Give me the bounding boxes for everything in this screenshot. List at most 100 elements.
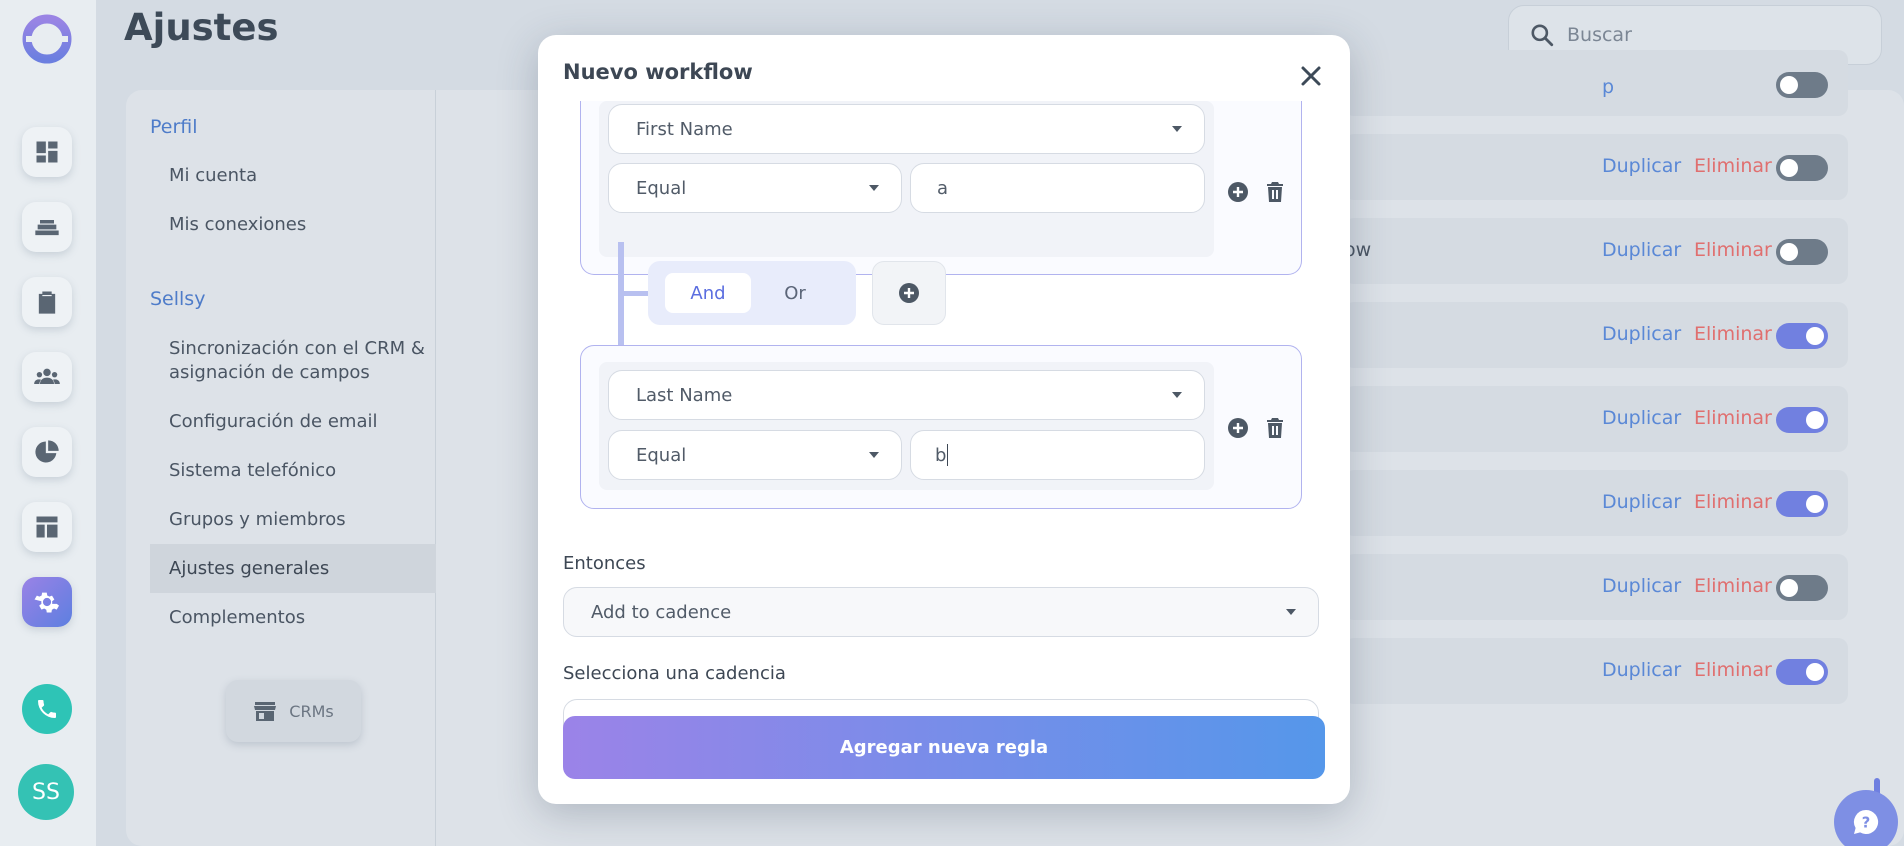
add-circle-icon[interactable] — [1226, 416, 1250, 440]
duplicate-link[interactable]: Duplicar — [1602, 323, 1681, 345]
logo-icon — [22, 14, 72, 64]
nav-item-crm-sync[interactable]: Sincronización con el CRM & asignación d… — [150, 333, 436, 389]
trash-icon[interactable] — [1263, 416, 1287, 440]
app-sidebar: SS — [0, 0, 96, 846]
nav-item-phone-system[interactable]: Sistema telefónico — [150, 446, 436, 495]
nav-item-general-settings[interactable]: Ajustes generales — [150, 544, 436, 593]
delete-link[interactable]: Eliminar — [1694, 407, 1772, 429]
duplicate-link[interactable]: Duplicar — [1602, 407, 1681, 429]
caret-down-icon — [1286, 609, 1296, 615]
toggle-knob — [1806, 495, 1824, 513]
condition-fields: First Name Equal a — [599, 101, 1214, 257]
toggle-knob — [1780, 159, 1798, 177]
search-input[interactable]: Buscar — [1567, 24, 1632, 46]
workflow-row: ow Duplicar Eliminar — [1344, 218, 1848, 284]
duplicate-link[interactable]: Duplicar — [1602, 659, 1681, 681]
text-cursor — [947, 444, 949, 466]
nav-item-groups-members[interactable]: Grupos y miembros — [150, 495, 436, 544]
templates-nav-button[interactable] — [22, 502, 72, 552]
workflow-toggle[interactable] — [1776, 155, 1828, 181]
workflow-toggle[interactable] — [1776, 491, 1828, 517]
phone-icon — [38, 700, 56, 718]
workflow-toggle[interactable] — [1776, 72, 1828, 98]
then-action-select[interactable]: Add to cadence — [563, 587, 1319, 637]
nav-item-mi-cuenta[interactable]: Mi cuenta — [150, 151, 436, 200]
inbox-nav-button[interactable] — [22, 202, 72, 252]
duplicate-link[interactable]: Duplicar — [1602, 575, 1681, 597]
reports-nav-button[interactable] — [22, 427, 72, 477]
condition-fields: Last Name Equal b — [599, 362, 1214, 490]
gear-icon — [34, 592, 60, 613]
delete-link[interactable]: Eliminar — [1694, 155, 1772, 177]
delete-link[interactable]: Eliminar — [1694, 491, 1772, 513]
clipboard-icon — [38, 291, 56, 314]
workflow-toggle[interactable] — [1776, 323, 1828, 349]
caret-down-icon — [869, 452, 879, 458]
field-select[interactable]: First Name — [608, 104, 1205, 154]
delete-link[interactable]: Eliminar — [1694, 323, 1772, 345]
workflow-toggle[interactable] — [1776, 239, 1828, 265]
operator-select[interactable]: Equal — [608, 163, 902, 213]
or-option[interactable]: Or — [765, 273, 825, 313]
svg-text:?: ? — [1862, 814, 1871, 831]
add-circle-icon — [899, 283, 919, 303]
condition-group: Last Name Equal b — [580, 345, 1302, 509]
nav-item-mis-conexiones[interactable]: Mis conexiones — [150, 200, 436, 249]
pie-chart-icon — [35, 440, 59, 463]
layout-icon — [36, 516, 58, 538]
tasks-nav-button[interactable] — [22, 277, 72, 327]
page-title: Ajustes — [124, 6, 279, 49]
trash-icon[interactable] — [1263, 180, 1287, 204]
add-rule-button[interactable]: Agregar nueva regla — [563, 716, 1325, 779]
condition-group: First Name Equal a — [580, 101, 1302, 275]
field-select[interactable]: Last Name — [608, 370, 1205, 420]
workflow-toggle[interactable] — [1776, 575, 1828, 601]
delete-link[interactable]: Eliminar — [1694, 659, 1772, 681]
nav-item-email-config[interactable]: Configuración de email — [150, 397, 436, 446]
workflow-row: Duplicar Eliminar — [1344, 638, 1848, 704]
dialer-button[interactable] — [22, 684, 72, 734]
settings-nav: Perfil Mi cuenta Mis conexiones Sellsy S… — [126, 90, 436, 846]
toggle-knob — [1806, 327, 1824, 345]
toggle-knob — [1806, 411, 1824, 429]
add-condition-button[interactable] — [872, 261, 946, 325]
contacts-nav-button[interactable] — [22, 352, 72, 402]
close-icon[interactable] — [1296, 61, 1326, 91]
settings-nav-button[interactable] — [22, 577, 72, 627]
value-input[interactable]: a — [910, 163, 1205, 213]
workflow-row: Duplicar Eliminar — [1344, 470, 1848, 536]
caret-down-icon — [1172, 126, 1182, 132]
dashboard-nav-button[interactable] — [22, 127, 72, 177]
workflow-toggle[interactable] — [1776, 407, 1828, 433]
operator-select[interactable]: Equal — [608, 430, 902, 480]
modal-title: Nuevo workflow — [563, 60, 753, 84]
value-input[interactable]: b — [910, 430, 1205, 480]
people-icon — [34, 368, 60, 384]
delete-link[interactable]: Eliminar — [1694, 575, 1772, 597]
workflow-row: Duplicar Eliminar — [1344, 302, 1848, 368]
help-chat-icon: ? — [1853, 809, 1879, 834]
toggle-knob — [1780, 243, 1798, 261]
help-button[interactable]: ? — [1834, 790, 1898, 846]
new-workflow-modal: Nuevo workflow First Name Equal a And Or — [538, 35, 1350, 804]
duplicate-link[interactable]: Duplicar — [1602, 155, 1681, 177]
user-avatar[interactable]: SS — [18, 764, 74, 820]
dashboard-icon — [36, 141, 58, 163]
and-option[interactable]: And — [665, 273, 751, 313]
stack-icon — [35, 220, 59, 236]
duplicate-link[interactable]: Duplicar — [1602, 491, 1681, 513]
workflow-row: p — [1344, 50, 1848, 116]
crms-button[interactable]: CRMs — [226, 680, 361, 742]
toggle-knob — [1780, 579, 1798, 597]
workflow-row: Duplicar Eliminar — [1344, 134, 1848, 200]
app-logo[interactable] — [22, 14, 72, 64]
duplicate-link[interactable]: Duplicar — [1602, 239, 1681, 261]
nav-heading-perfil: Perfil — [150, 116, 198, 138]
then-label: Entonces — [563, 553, 646, 574]
nav-item-add-ons[interactable]: Complementos — [150, 593, 436, 642]
logic-connector-branch — [624, 291, 648, 296]
add-circle-icon[interactable] — [1226, 180, 1250, 204]
delete-link[interactable]: Eliminar — [1694, 239, 1772, 261]
duplicate-link[interactable]: p — [1602, 76, 1614, 98]
workflow-toggle[interactable] — [1776, 659, 1828, 685]
